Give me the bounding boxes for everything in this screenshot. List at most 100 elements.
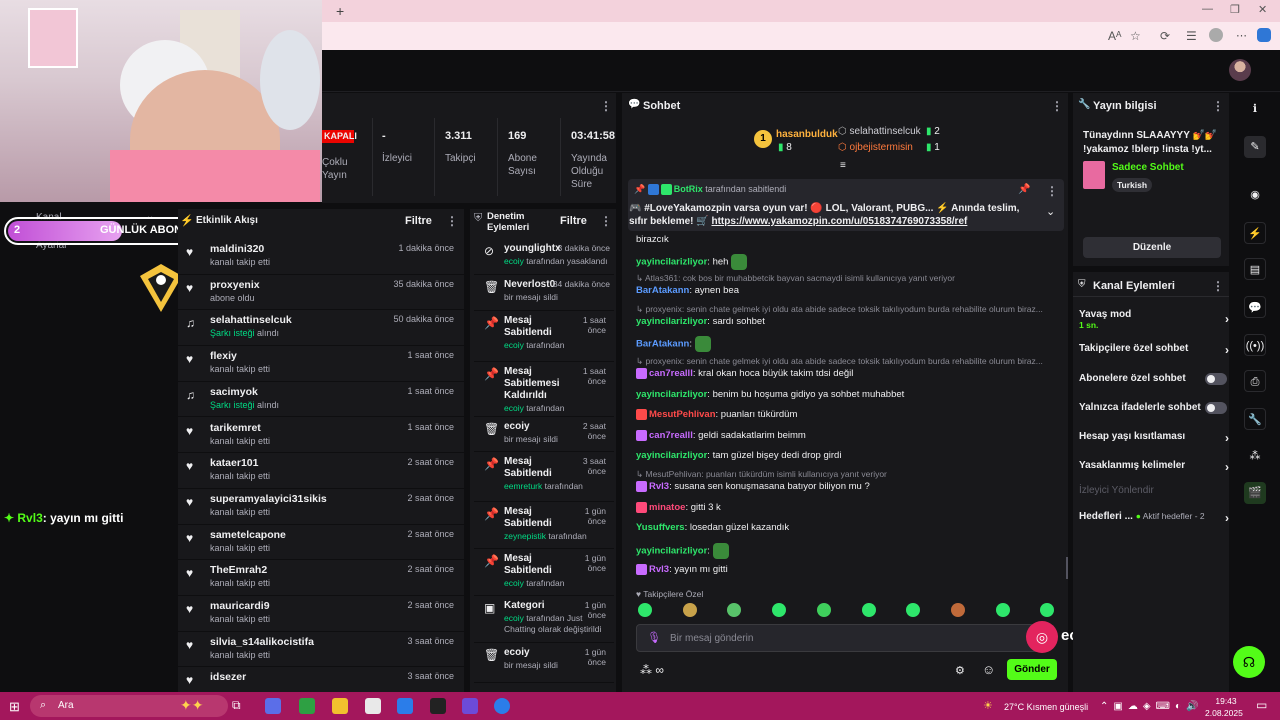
channel-menu-icon[interactable]: ⋮ <box>1212 279 1224 293</box>
emote-shortcut[interactable] <box>772 603 787 617</box>
subs-chat-toggle[interactable] <box>1205 373 1227 385</box>
activity-item[interactable]: ♥ silvia_s14alikocistifa 3 saat önce kanalı… <box>178 632 464 668</box>
mod-menu-icon[interactable]: ⋮ <box>600 214 612 228</box>
activity-item[interactable]: ♥ TheEmrah2 2 saat önce kanalı takip etti <box>178 560 464 596</box>
unpin-icon[interactable]: 📌 <box>1018 184 1030 195</box>
clapper-icon[interactable]: 🎬 <box>1244 482 1266 504</box>
info-menu-icon[interactable]: ⋮ <box>1212 99 1224 113</box>
support-icon[interactable]: ☊ <box>1233 646 1265 678</box>
clock-time[interactable]: 19:43 <box>1211 696 1241 706</box>
slow-mode-row[interactable]: Yavaş mod 1 sn. › <box>1079 309 1229 331</box>
notification-icon[interactable]: ▭ <box>1256 698 1267 712</box>
activity-user[interactable]: proxyenix <box>210 279 260 291</box>
category-name[interactable]: Sadece Sohbet <box>1112 162 1184 173</box>
emote-shortcut[interactable] <box>950 603 965 617</box>
chevron-down-icon[interactable]: ⌄ <box>1046 205 1055 218</box>
mod-action-item[interactable]: 📌 Mesaj Sabitlemesi Kaldırıldı 1 saat önce… <box>474 362 614 417</box>
dots-icon[interactable]: ⁂ <box>1244 445 1266 467</box>
activity-item[interactable]: ♫ selahattinselcuk 50 dakika önce Şarkı ist… <box>178 310 464 347</box>
maximize-icon[interactable]: ❐ <box>1230 3 1240 16</box>
printer-icon[interactable]: ⎙ <box>1244 370 1266 392</box>
activity-user[interactable]: maldini320 <box>210 243 264 255</box>
task-view-icon[interactable]: ⧉ <box>232 698 241 713</box>
activity-user[interactable]: sacimyok <box>210 386 258 398</box>
gear-icon[interactable]: ⚙ <box>955 664 965 677</box>
pinned-menu-icon[interactable]: ⋮ <box>1046 184 1058 198</box>
emote-shortcut[interactable] <box>995 603 1010 617</box>
system-tray-icons[interactable]: ⌃▣☁◈⌨◐🔊 <box>1100 701 1203 712</box>
mod-action-item[interactable]: ⊘ younglightx 3 dakika önce ecoiy tarafında… <box>474 239 614 275</box>
mod-action-item[interactable]: 🗑 ecoiy 2 saat önce bir mesajı sildi <box>474 417 614 452</box>
refresh-icon[interactable]: ⟳ <box>1160 29 1170 43</box>
streaming-app-icon[interactable] <box>462 698 478 714</box>
activity-item[interactable]: ♥ mauricardi9 2 saat önce kanalı takip etti <box>178 596 464 632</box>
activity-item[interactable]: ♥ sametelcapone 2 saat önce kanalı takip et… <box>178 525 464 561</box>
activity-item[interactable]: ♥ flexiy 1 saat önce kanalı takip etti <box>178 346 464 382</box>
discord-app-icon[interactable] <box>494 698 510 714</box>
copilot-icon[interactable] <box>1257 28 1271 42</box>
top-gifter-2[interactable]: ⬡ selahattinselcuk <box>838 126 921 137</box>
file-explorer-icon[interactable] <box>332 698 348 714</box>
top-gifter-1-name[interactable]: hasanbulduk <box>776 129 838 140</box>
document-icon[interactable]: ▤ <box>1244 258 1266 280</box>
emote-shortcut[interactable] <box>816 603 831 617</box>
info-icon[interactable]: ℹ <box>1244 98 1266 120</box>
lightning-icon[interactable]: ⚡ <box>1244 222 1266 244</box>
activity-item[interactable]: ♥ tarikemret 1 saat önce kanalı takip etti <box>178 418 464 454</box>
chat-input[interactable]: 🎙 Bir mesaj gönderin <box>636 624 1050 652</box>
copilot-app-icon[interactable] <box>265 698 281 714</box>
activity-menu-icon[interactable]: ⋮ <box>446 214 458 228</box>
mod-action-item[interactable]: 🗑 ecoiy 1 gün önce bir mesajı sildi <box>474 643 614 683</box>
top-gifter-3[interactable]: ⬡ ojbejistermisin <box>838 142 913 153</box>
obs-app-icon[interactable] <box>430 698 446 714</box>
emotes-only-toggle[interactable] <box>1205 402 1227 414</box>
activity-item[interactable]: ♥ superamyalayici31sikis 2 saat önce kanalı… <box>178 489 464 525</box>
activity-user[interactable]: TheEmrah2 <box>210 564 267 576</box>
mod-action-item[interactable]: 📌 Mesaj Sabitlendi 1 gün önce zeynepistik t… <box>474 502 614 549</box>
emote-picker-icon[interactable]: ☺ <box>982 662 995 677</box>
collections-icon[interactable]: ☰ <box>1186 29 1197 43</box>
mod-action-item[interactable]: 🗑 Neverlost0 34 dakika önce bir mesajı sild… <box>474 275 614 311</box>
wrench-icon[interactable]: 🔧 <box>1244 408 1266 430</box>
activity-user[interactable]: superamyalayici31sikis <box>210 493 327 505</box>
chat-scrollbar[interactable] <box>1066 557 1068 579</box>
activity-item[interactable]: ♫ sacimyok 1 saat önce Şarkı isteği alındı <box>178 382 464 418</box>
mod-action-item[interactable]: ▣ Kategori 1 gün önce ecoiy tarafından Just… <box>474 596 614 643</box>
activity-user[interactable]: kataer101 <box>210 457 258 469</box>
minimize-icon[interactable]: — <box>1202 3 1213 15</box>
collapse-icon[interactable]: ≡ <box>840 160 846 171</box>
activity-item[interactable]: ♥ kataer101 2 saat önce kanalı takip etti <box>178 453 464 489</box>
microphone-icon[interactable]: 🎙 <box>647 631 661 644</box>
edit-button[interactable]: Düzenle <box>1083 237 1221 258</box>
goals-row[interactable]: Hedefleri ... ● Aktif hedefler - 2 › <box>1079 511 1229 525</box>
activity-user[interactable]: flexiy <box>210 350 237 362</box>
activity-filter-button[interactable]: Filtre <box>405 215 432 227</box>
activity-item[interactable]: ♥ idsezer 3 saat önce <box>178 667 464 687</box>
read-aloud-icon[interactable]: Aᴬ <box>1108 29 1121 43</box>
broadcast-icon[interactable]: ((•)) <box>1244 334 1266 356</box>
profile-avatar[interactable] <box>1209 28 1223 42</box>
emote-shortcut[interactable] <box>727 603 742 617</box>
store-app-icon[interactable] <box>365 698 381 714</box>
age-restriction-row[interactable]: Hesap yaşı kısıtlaması › <box>1079 431 1229 445</box>
activity-user[interactable]: idsezer <box>210 671 246 683</box>
taskbar-search[interactable]: ⌕ Ara ✦✦ <box>30 695 228 717</box>
close-icon[interactable]: ✕ <box>1258 3 1267 16</box>
banned-words-row[interactable]: Yasaklanmış kelimeler › <box>1079 460 1229 474</box>
browser-app-icon[interactable] <box>397 698 413 714</box>
user-avatar[interactable] <box>1229 59 1251 81</box>
more-menu-icon[interactable]: ⋯ <box>1236 29 1247 42</box>
pencil-icon[interactable]: ✎ <box>1244 136 1266 158</box>
chat-menu-icon[interactable]: ⋮ <box>1051 99 1063 113</box>
mod-filter-button[interactable]: Filtre <box>560 215 587 227</box>
emote-shortcut[interactable] <box>682 603 697 617</box>
activity-user[interactable]: silvia_s14alikocistifa <box>210 636 314 648</box>
activity-item[interactable]: ♥ proxyenix 35 dakika önce abone oldu <box>178 275 464 311</box>
activity-item[interactable]: ♥ maldini320 1 dakika önce kanalı takip ett… <box>178 239 464 275</box>
chat-bubble-icon[interactable]: 💬 <box>1244 296 1266 318</box>
camera-icon[interactable]: ◉ <box>1244 184 1266 206</box>
edge-app-icon[interactable] <box>299 698 315 714</box>
channel-points[interactable]: ⁂ ∞ <box>640 663 664 677</box>
mod-action-item[interactable]: 📌 Mesaj Sabitlendi 1 gün önce ecoiy tarafın… <box>474 549 614 596</box>
clock-date[interactable]: 2.08.2025 <box>1205 708 1243 718</box>
